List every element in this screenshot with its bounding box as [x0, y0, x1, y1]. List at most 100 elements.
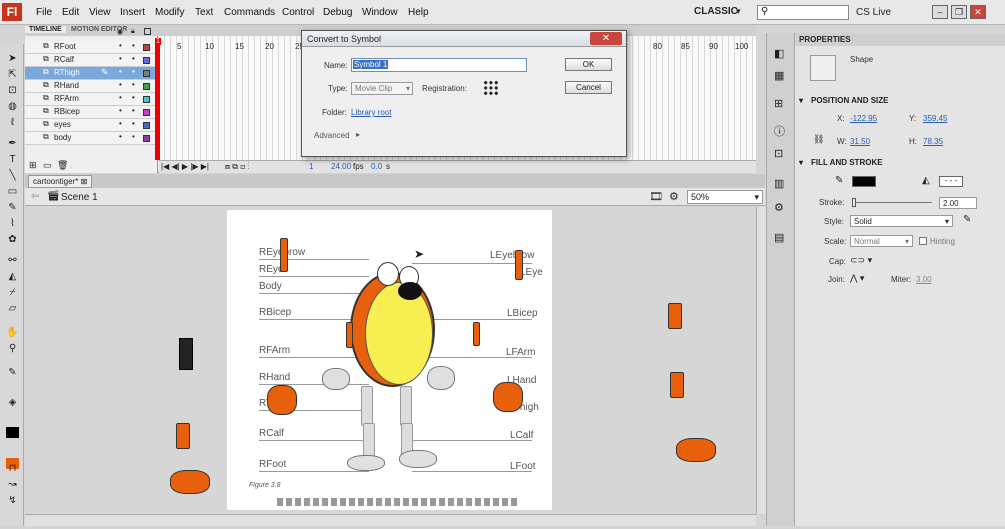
stroke-slider[interactable] [852, 202, 932, 203]
outline-color-box[interactable] [143, 109, 150, 116]
stroke-slider-thumb[interactable] [852, 198, 856, 207]
transform-icon[interactable]: ⊡ [774, 147, 788, 160]
3d-rotation-tool-icon[interactable]: ◍ [5, 100, 20, 113]
leyebrow-piece[interactable] [515, 250, 523, 280]
document-tab[interactable]: cartoontiger* ⊠ [28, 175, 93, 188]
swatches-icon[interactable]: ▦ [774, 69, 788, 82]
brush-tool-icon[interactable]: ⌇ [5, 217, 20, 230]
outline-color-box[interactable] [143, 96, 150, 103]
workspace-switcher[interactable]: CLASSIC [694, 6, 738, 17]
text-tool-icon[interactable]: T [5, 153, 20, 166]
search-input[interactable]: ⚲ [757, 5, 849, 20]
color-panel-icon[interactable]: ◧ [774, 47, 788, 60]
eyedropper-tool-icon[interactable]: ⌿ [5, 286, 20, 299]
lock-dot[interactable]: • [132, 54, 135, 63]
tiger-left-thigh[interactable] [400, 386, 412, 426]
section-toggle-icon[interactable]: ▾ [799, 96, 803, 105]
workspace-chevron-down-icon[interactable]: ▾ [736, 6, 741, 17]
visibility-dot[interactable]: • [119, 67, 122, 76]
stroke-color-swatch[interactable] [6, 427, 19, 438]
snap-to-objects-icon[interactable]: ⊓ [5, 462, 20, 475]
menu-edit[interactable]: Edit [62, 7, 79, 18]
align-icon[interactable]: ⊞ [774, 97, 788, 110]
back-arrow-icon[interactable]: ⇦ [31, 191, 39, 202]
horizontal-scrollbar[interactable] [25, 514, 756, 526]
motion-presets-icon[interactable]: ▤ [774, 231, 788, 244]
menu-control[interactable]: Control [282, 7, 314, 18]
deco-tool-icon[interactable]: ✿ [5, 233, 20, 246]
hand-tool-icon[interactable]: ✋ [5, 326, 20, 339]
menu-help[interactable]: Help [408, 7, 429, 18]
ok-button[interactable]: OK [565, 58, 612, 71]
outline-color-box[interactable] [143, 122, 150, 129]
h-value[interactable]: 78.35 [923, 137, 943, 146]
lcalf-shape[interactable] [670, 372, 684, 398]
onion-skin-icon[interactable]: ⧈ ⧉ ⊡ ⋮ [225, 162, 250, 172]
fill-color-swatch[interactable]: - - - [939, 176, 963, 187]
scale-select[interactable]: Normal ▾ [850, 235, 913, 247]
menu-commands[interactable]: Commands [224, 7, 275, 18]
cap-select-icon[interactable]: ⊂⊃ ▾ [850, 255, 872, 266]
paint-bucket-tool-icon[interactable]: ◭ [5, 270, 20, 283]
tiger-right-calf[interactable] [363, 423, 375, 458]
tiger-eye[interactable] [377, 262, 399, 286]
zoom-select[interactable]: 50% ▾ [687, 190, 763, 204]
outline-color-box[interactable] [143, 44, 150, 51]
lock-dot[interactable]: • [132, 67, 135, 76]
stage-page[interactable]: REyebrow REye Body RBicep RFArm RHand RT… [227, 210, 552, 510]
w-value[interactable]: 31.50 [850, 137, 870, 146]
components-icon[interactable]: ⚙ [774, 201, 788, 214]
tiger-belly[interactable] [365, 282, 433, 385]
lasso-tool-icon[interactable]: ℓ [5, 116, 20, 129]
delete-layer-icon[interactable]: 🗑︎ [57, 160, 68, 171]
subselection-tool-icon[interactable]: ⇱ [5, 68, 20, 81]
tiger-right-foot[interactable] [347, 455, 385, 471]
new-folder-icon[interactable]: ▭ [43, 160, 52, 171]
current-frame-indicator[interactable]: 1 [155, 38, 161, 45]
edit-symbols-icon[interactable]: ⚙ [669, 190, 679, 203]
outline-header-icon[interactable] [144, 28, 151, 35]
visibility-dot[interactable]: • [119, 93, 122, 102]
current-frame-value[interactable]: 1 [309, 162, 313, 171]
tiger-right-glove[interactable] [322, 368, 350, 390]
lock-header-icon[interactable]: 🔒︎ [131, 28, 135, 36]
eraser-tool-icon[interactable]: ▱ [5, 302, 20, 315]
menu-modify[interactable]: Modify [155, 7, 184, 18]
stroke-color-swatch[interactable] [852, 176, 876, 187]
lock-dot[interactable]: • [132, 106, 135, 115]
layer-eyes[interactable]: ⧉ eyes • • [25, 119, 158, 132]
pencil-tool-icon[interactable]: ✎ [5, 201, 20, 214]
visibility-dot[interactable]: • [119, 54, 122, 63]
close-tab-icon[interactable]: ⊠ [81, 177, 88, 186]
layer-body[interactable]: ⧉ body • • [25, 132, 158, 145]
visibility-dot[interactable]: • [119, 119, 122, 128]
cs-live-button[interactable]: CS Live [856, 7, 891, 18]
tab-timeline[interactable]: TIMELINE [25, 26, 66, 33]
fps-value[interactable]: 24.00 [331, 162, 351, 171]
symbol-name-input[interactable]: Symbol 1 [351, 58, 527, 72]
lfoot-shape[interactable] [676, 438, 716, 462]
fill-stroke-header[interactable]: FILL AND STROKE [811, 158, 883, 167]
tab-properties[interactable]: PROPERTIES [799, 35, 851, 44]
selected-rthigh-shape[interactable] [179, 338, 193, 370]
join-select-icon[interactable]: ⋀ ▾ [850, 273, 864, 284]
visibility-dot[interactable]: • [119, 41, 122, 50]
rhand-piece[interactable] [267, 385, 297, 415]
hinting-checkbox[interactable] [919, 237, 927, 245]
menu-debug[interactable]: Debug [323, 7, 352, 18]
rcalf-shape[interactable] [176, 423, 190, 449]
lock-dot[interactable]: • [132, 41, 135, 50]
edit-stroke-style-icon[interactable]: ✎ [963, 214, 971, 225]
x-value[interactable]: -122.95 [850, 114, 877, 123]
layer-rcalf[interactable]: ⧉ RCalf • • [25, 54, 158, 67]
dialog-close-button[interactable]: ✕ [590, 32, 622, 45]
rfoot-shape[interactable] [170, 470, 210, 494]
style-select[interactable]: Solid ▾ [850, 215, 953, 227]
visibility-dot[interactable]: • [119, 80, 122, 89]
lock-dot[interactable]: • [132, 93, 135, 102]
menu-view[interactable]: View [89, 7, 111, 18]
restore-button[interactable]: ❐ [951, 5, 967, 19]
info-icon[interactable]: ⓘ [774, 123, 788, 138]
tiger-left-glove[interactable] [427, 366, 455, 390]
menu-window[interactable]: Window [362, 7, 398, 18]
